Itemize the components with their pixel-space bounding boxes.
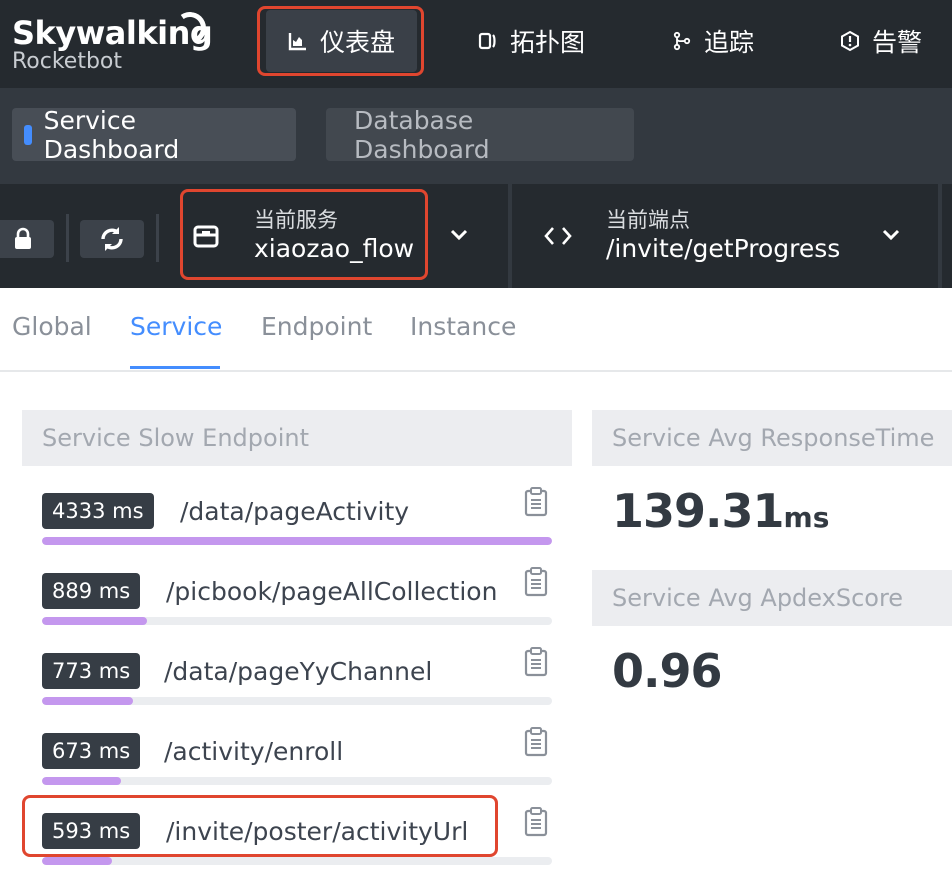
- toolbar-divider: [66, 214, 69, 262]
- latency-badge: 673 ms: [42, 733, 141, 769]
- slow-endpoint-row[interactable]: 773 ms/data/pageYyChannel: [42, 647, 552, 733]
- latency-bar-track: [42, 617, 552, 625]
- latency-bar-fill: [42, 857, 112, 865]
- endpoint-chevron-down-icon[interactable]: [880, 224, 902, 246]
- latency-bar-fill: [42, 777, 122, 785]
- subtab-instance[interactable]: Instance: [410, 312, 516, 341]
- trace-branch-icon: [672, 31, 692, 51]
- endpoint-selector[interactable]: 当前端点 /invite/getProgress: [538, 184, 898, 288]
- slow-endpoint-row[interactable]: 4333 ms/data/pageActivity: [42, 487, 552, 573]
- service-chevron-down-icon[interactable]: [448, 224, 470, 246]
- apdex-metric: 0.96: [612, 644, 722, 698]
- endpoint-name[interactable]: /data/pageActivity: [180, 493, 409, 529]
- endpoint-name[interactable]: /data/pageYyChannel: [164, 653, 432, 689]
- refresh-icon: [101, 227, 123, 251]
- selector-divider: [938, 184, 942, 288]
- latency-bar-track: [42, 857, 552, 865]
- tab-database-dashboard-label: Database Dashboard: [354, 105, 490, 164]
- selector-bar: 当前服务 xiaozao_flow 当前端点 /invite/getProgre…: [0, 184, 952, 288]
- nav-alarm-label: 告警: [872, 28, 923, 57]
- slow-endpoint-title: Service Slow Endpoint: [22, 410, 572, 466]
- copy-clipboard-icon[interactable]: [522, 567, 550, 597]
- dashboard-tabs-bar: Service Dashboard Database Dashboard: [0, 88, 952, 184]
- logo[interactable]: Skywalking Rocketbot: [12, 9, 213, 74]
- top-header: Skywalking Rocketbot 仪表盘 拓扑图 追踪 告警: [0, 0, 952, 88]
- lock-button[interactable]: [0, 220, 54, 258]
- latency-bar-track: [42, 697, 552, 705]
- lock-icon: [15, 227, 31, 249]
- copy-clipboard-icon[interactable]: [522, 727, 550, 757]
- brand-subtitle: Rocketbot: [12, 49, 123, 74]
- latency-badge: 773 ms: [42, 653, 141, 689]
- avg-response-metric: 139.31ms: [612, 484, 829, 538]
- alarm-icon: [840, 30, 860, 52]
- apdex-title: Service Avg ApdexScore: [592, 570, 952, 626]
- endpoint-selector-label: 当前端点: [606, 208, 690, 232]
- nav-alarm[interactable]: 告警: [818, 10, 944, 72]
- latency-bar-track: [42, 777, 552, 785]
- subtab-global[interactable]: Global: [12, 312, 92, 341]
- copy-clipboard-icon[interactable]: [522, 807, 550, 837]
- active-indicator: [24, 124, 32, 145]
- avg-response-title: Service Avg ResponseTime: [592, 410, 952, 466]
- highlight-box-service: [180, 189, 428, 280]
- avg-response-value: 139.31: [612, 484, 785, 538]
- slow-endpoint-row[interactable]: 889 ms/picbook/pageAllCollection: [42, 567, 552, 653]
- nav-topology[interactable]: 拓扑图: [456, 10, 607, 72]
- tab-database-dashboard[interactable]: Database Dashboard: [326, 105, 634, 164]
- copy-clipboard-icon[interactable]: [522, 487, 550, 517]
- topology-icon: [478, 31, 498, 51]
- apdex-value: 0.96: [612, 644, 722, 698]
- latency-bar-fill: [42, 537, 552, 545]
- subtab-endpoint[interactable]: Endpoint: [261, 312, 372, 341]
- endpoint-selector-value: /invite/getProgress: [606, 234, 841, 263]
- latency-bar-fill: [42, 697, 133, 705]
- nav-topology-label: 拓扑图: [510, 28, 586, 57]
- highlight-box-slow-endpoint: [22, 795, 498, 857]
- endpoint-name[interactable]: /picbook/pageAllCollection: [166, 573, 497, 609]
- nav-trace-label: 追踪: [704, 28, 755, 57]
- tab-service-dashboard-label: Service Dashboard: [43, 105, 180, 164]
- avg-response-unit: ms: [783, 501, 830, 534]
- toolbar-divider: [156, 214, 159, 262]
- endpoint-name[interactable]: /activity/enroll: [164, 733, 343, 769]
- latency-badge: 4333 ms: [42, 493, 154, 529]
- copy-clipboard-icon[interactable]: [522, 647, 550, 677]
- nav-trace[interactable]: 追踪: [650, 10, 776, 72]
- code-brackets-icon: [538, 224, 578, 248]
- dashboard-subtabs: Global Service Endpoint Instance: [0, 288, 952, 372]
- subtab-service[interactable]: Service: [130, 312, 222, 341]
- tab-service-dashboard[interactable]: Service Dashboard: [12, 105, 296, 164]
- selector-divider: [508, 184, 512, 288]
- subtab-active-underline: [130, 366, 220, 369]
- highlight-box-dashboard: [257, 6, 424, 76]
- latency-bar-track: [42, 537, 552, 545]
- refresh-button[interactable]: [80, 220, 144, 258]
- latency-bar-fill: [42, 617, 147, 625]
- latency-badge: 889 ms: [42, 573, 141, 609]
